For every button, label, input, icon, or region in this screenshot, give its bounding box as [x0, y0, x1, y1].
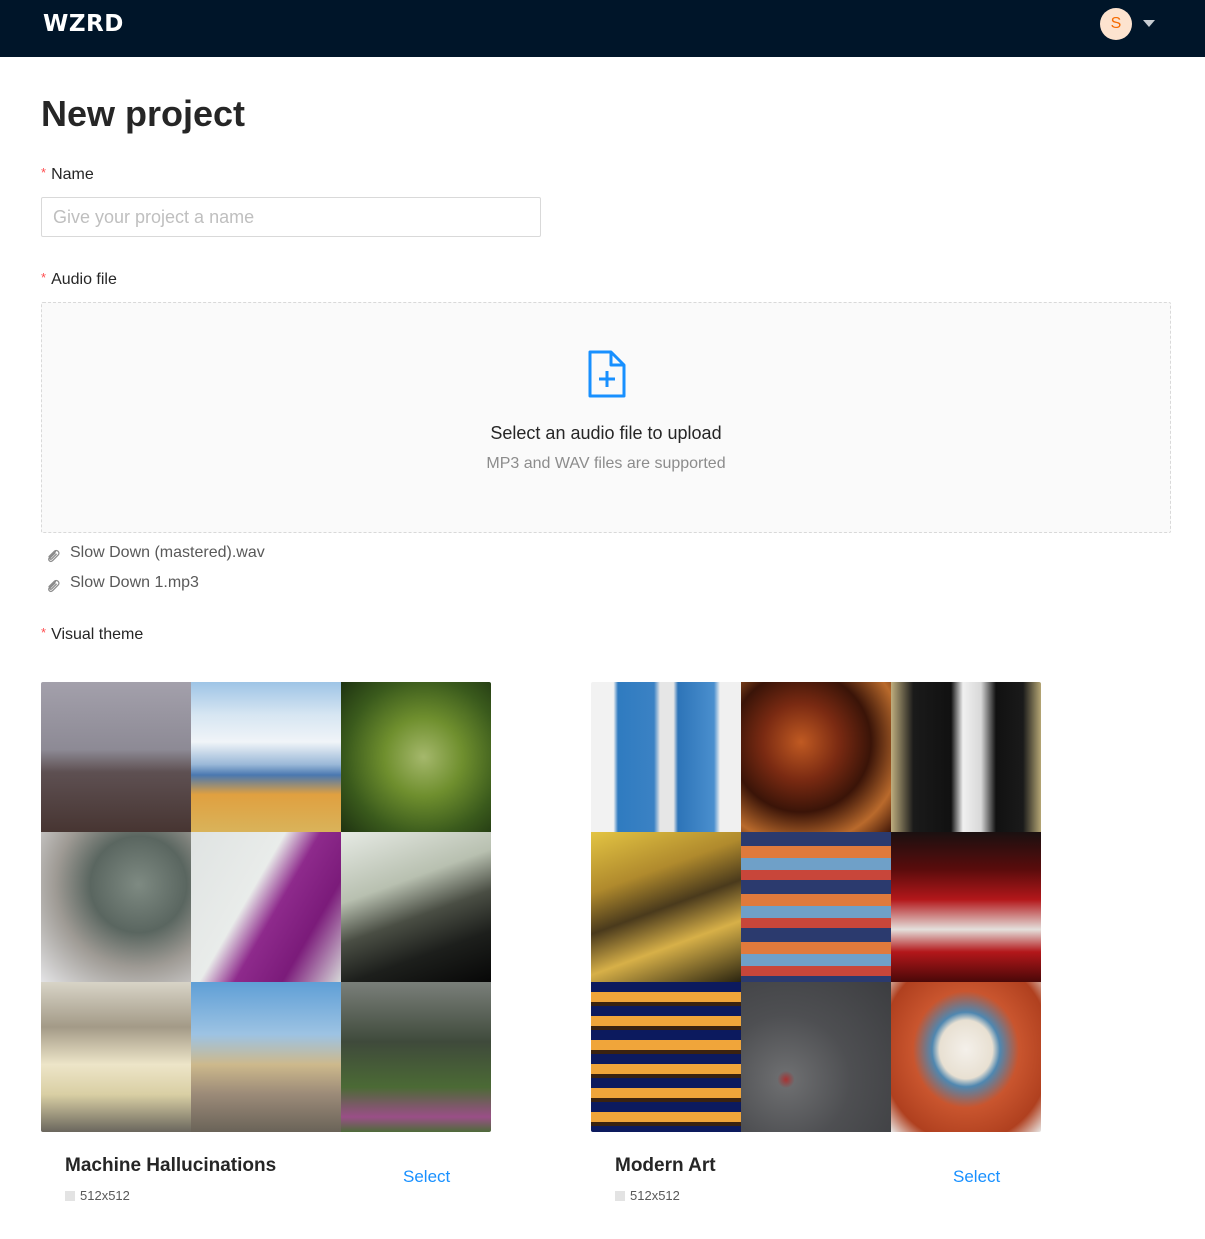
theme-size-text: 512x512: [80, 1188, 130, 1203]
theme-thumbnail: [191, 832, 341, 982]
theme-thumbnail: [341, 832, 491, 982]
theme-thumbnail: [741, 832, 891, 982]
audio-upload-dropzone[interactable]: Select an audio file to upload MP3 and W…: [41, 302, 1171, 533]
theme-thumbnail: [741, 682, 891, 832]
select-theme-button[interactable]: Select: [403, 1167, 450, 1187]
upload-hint: MP3 and WAV files are supported: [486, 455, 726, 472]
paperclip-icon: [48, 579, 60, 593]
name-field-label: * Name: [41, 165, 94, 184]
select-theme-button[interactable]: Select: [953, 1167, 1000, 1187]
file-name: Slow Down (mastered).wav: [70, 544, 265, 561]
theme-thumbnail: [191, 682, 341, 832]
theme-thumbnail: [741, 982, 891, 1132]
image-size-icon: [65, 1191, 75, 1201]
theme-size-text: 512x512: [630, 1188, 680, 1203]
audio-label-text: Audio file: [51, 271, 117, 288]
theme-thumbnail: [591, 982, 741, 1132]
page-title: New project: [41, 93, 246, 134]
theme-thumbnail: [891, 682, 1041, 832]
theme-preview-grid: [41, 682, 491, 1132]
theme-thumbnail: [41, 832, 191, 982]
theme-thumbnail: [341, 682, 491, 832]
paperclip-icon: [48, 549, 60, 563]
image-size-icon: [615, 1191, 625, 1201]
theme-thumbnail: [41, 682, 191, 832]
theme-thumbnail: [341, 982, 491, 1132]
file-add-icon: [588, 350, 626, 398]
theme-size: 512x512: [65, 1188, 130, 1203]
theme-preview-grid: [591, 682, 1041, 1132]
name-label-text: Name: [51, 166, 94, 183]
top-navigation-bar: WZRD S: [0, 0, 1205, 57]
user-menu-chevron-down-icon[interactable]: [1143, 20, 1155, 27]
upload-title: Select an audio file to upload: [490, 423, 722, 443]
app-logo[interactable]: WZRD: [43, 11, 124, 37]
required-marker: *: [41, 165, 47, 180]
theme-thumbnail: [591, 832, 741, 982]
visual-theme-label-text: Visual theme: [51, 626, 144, 643]
user-avatar[interactable]: S: [1100, 8, 1132, 40]
required-marker: *: [41, 625, 47, 640]
theme-thumbnail: [891, 832, 1041, 982]
theme-title: Modern Art: [615, 1155, 716, 1176]
theme-thumbnail: [41, 982, 191, 1132]
file-name: Slow Down 1.mp3: [70, 574, 199, 591]
required-marker: *: [41, 270, 47, 285]
theme-thumbnail: [891, 982, 1041, 1132]
audio-field-label: * Audio file: [41, 270, 117, 289]
theme-thumbnail: [591, 682, 741, 832]
visual-theme-field-label: * Visual theme: [41, 625, 144, 644]
theme-title: Machine Hallucinations: [65, 1155, 277, 1176]
project-name-input[interactable]: [41, 197, 541, 237]
theme-size: 512x512: [615, 1188, 680, 1203]
theme-thumbnail: [191, 982, 341, 1132]
